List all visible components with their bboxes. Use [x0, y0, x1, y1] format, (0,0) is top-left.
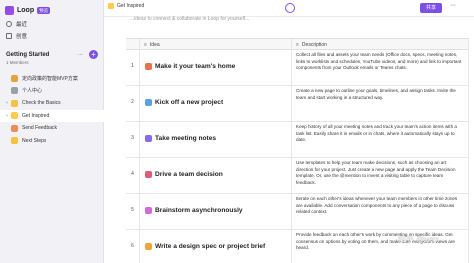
- sidebar-page-label: Check the Basics: [22, 100, 61, 106]
- expand-chevron-icon[interactable]: ›: [3, 100, 11, 106]
- tab-get-inspired[interactable]: Get Inspired: [108, 3, 144, 9]
- workspace-members: 1 Members: [6, 60, 29, 65]
- sidebar-page-label: 定向政策的智能MVP方案: [22, 75, 78, 82]
- column-divider: [291, 39, 292, 263]
- idea-emoji-icon: [145, 99, 152, 106]
- row-number: 6: [131, 243, 134, 249]
- table-row[interactable]: 1 Make it your team's home Collect all fil…: [126, 50, 469, 86]
- ideas-table: ≡ Idea ≡ Description 1 Make it your team'…: [126, 38, 469, 263]
- nav-recent-label: 最近: [16, 22, 28, 28]
- idea-title[interactable]: Brainstorm asynchronously: [145, 207, 243, 214]
- table-row[interactable]: 3 Take meeting notes Keep history of all y…: [126, 122, 469, 158]
- idea-emoji-icon: [145, 243, 152, 250]
- idea-description[interactable]: Collect all files and assets your team n…: [296, 52, 464, 72]
- text-column-icon: ≡: [296, 42, 299, 48]
- page-emoji-icon: [11, 112, 18, 119]
- expand-chevron-icon[interactable]: ›: [3, 113, 11, 119]
- clock-icon: [6, 21, 12, 27]
- column-header-description[interactable]: ≡ Description: [296, 42, 327, 48]
- sidebar-page-item[interactable]: › Get Inspired: [0, 109, 104, 122]
- idea-emoji-icon: [145, 135, 152, 142]
- column-description-label: Description: [301, 42, 327, 48]
- idea-title-text: Kick off a new project: [155, 99, 224, 106]
- row-number: 5: [131, 207, 134, 213]
- idea-emoji-icon: [145, 63, 152, 70]
- nav-ideas-label: 创意: [16, 34, 28, 40]
- workspace-title[interactable]: Getting Started: [6, 52, 49, 58]
- idea-emoji-icon: [145, 207, 152, 214]
- app-brand[interactable]: Loop 预览: [5, 6, 51, 15]
- idea-title-text: Drive a team decision: [155, 171, 223, 178]
- app-name: Loop: [17, 7, 35, 14]
- column-header-idea[interactable]: ≡ Idea: [144, 42, 160, 48]
- table-row[interactable]: 4 Drive a team decision Use templates to h…: [126, 158, 469, 194]
- idea-description[interactable]: Create a new page to outline your goals,…: [296, 88, 464, 101]
- page-emoji-icon: [11, 99, 18, 107]
- more-options-button[interactable]: ···: [450, 2, 456, 9]
- page-emoji-icon: [108, 3, 114, 9]
- sidebar-page-item[interactable]: › Check the Basics: [0, 97, 104, 109]
- intro-text: ...ideas to connect & collaborate in Loo…: [130, 16, 250, 22]
- add-page-button[interactable]: +: [89, 50, 98, 59]
- page-emoji-icon: [11, 87, 18, 94]
- sidebar-page-item[interactable]: Send Feedback: [0, 122, 104, 134]
- idea-title-text: Write a design spec or project brief: [155, 243, 266, 250]
- table-row[interactable]: 2 Kick off a new project Create a new page…: [126, 86, 469, 122]
- page-emoji-icon: [11, 124, 18, 132]
- idea-emoji-icon: [145, 171, 152, 178]
- presence-avatar[interactable]: [285, 3, 295, 13]
- idea-title-text: Make it your team's home: [155, 63, 236, 70]
- row-number: 2: [131, 99, 134, 105]
- sidebar-page-item[interactable]: 定向政策的智能MVP方案: [0, 72, 104, 84]
- idea-title[interactable]: Drive a team decision: [145, 171, 223, 178]
- watermark: 知乎 @wan: [398, 235, 440, 244]
- sidebar-page-label: 个人中心: [22, 88, 43, 94]
- idea-description[interactable]: Use templates to help your team make dec…: [296, 160, 464, 186]
- preview-badge: 预览: [37, 7, 51, 14]
- workspace-more-button[interactable]: ···: [78, 52, 83, 58]
- lightbulb-icon: [6, 33, 12, 39]
- sidebar-page-label: Send Feedback: [22, 125, 58, 131]
- idea-title[interactable]: Make it your team's home: [145, 63, 235, 70]
- column-idea-label: Idea: [149, 42, 160, 48]
- page-emoji-icon: [11, 137, 18, 144]
- table-header: ≡ Idea ≡ Description: [126, 39, 469, 50]
- idea-title-text: Brainstorm asynchronously: [155, 207, 243, 214]
- sidebar-page-label: Next Steps: [22, 137, 47, 144]
- loop-logo-icon: [5, 6, 14, 15]
- row-number: 3: [131, 135, 134, 141]
- table-row[interactable]: 5 Brainstorm asynchronously Iterate on eac…: [126, 194, 469, 230]
- row-number: 4: [131, 171, 134, 177]
- idea-description[interactable]: Keep history of all your meeting notes a…: [296, 124, 464, 144]
- nav-recent[interactable]: 最近: [6, 20, 27, 28]
- sidebar: Loop 预览 最近 创意 Getting Started 1 Members …: [0, 0, 104, 263]
- sidebar-page-item[interactable]: Next Steps: [0, 135, 104, 147]
- sidebar-page-label: Get Inspired: [22, 112, 50, 119]
- row-number: 1: [131, 63, 134, 69]
- text-column-icon: ≡: [144, 42, 147, 48]
- idea-title-text: Take meeting notes: [155, 135, 217, 142]
- column-divider: [139, 39, 140, 263]
- page-emoji-icon: [11, 74, 18, 82]
- idea-title[interactable]: Kick off a new project: [145, 99, 223, 106]
- top-bar: Get Inspired 共享 ···: [104, 0, 474, 17]
- column-divider: [468, 39, 469, 263]
- share-button[interactable]: 共享: [420, 3, 442, 13]
- idea-title[interactable]: Take meeting notes: [145, 135, 216, 142]
- idea-title[interactable]: Write a design spec or project brief: [145, 243, 265, 250]
- sidebar-page-item[interactable]: 个人中心: [0, 85, 104, 97]
- nav-ideas[interactable]: 创意: [6, 32, 27, 40]
- idea-description[interactable]: Iterate on each other's ideas whenever y…: [296, 196, 464, 216]
- tab-label: Get Inspired: [117, 3, 145, 9]
